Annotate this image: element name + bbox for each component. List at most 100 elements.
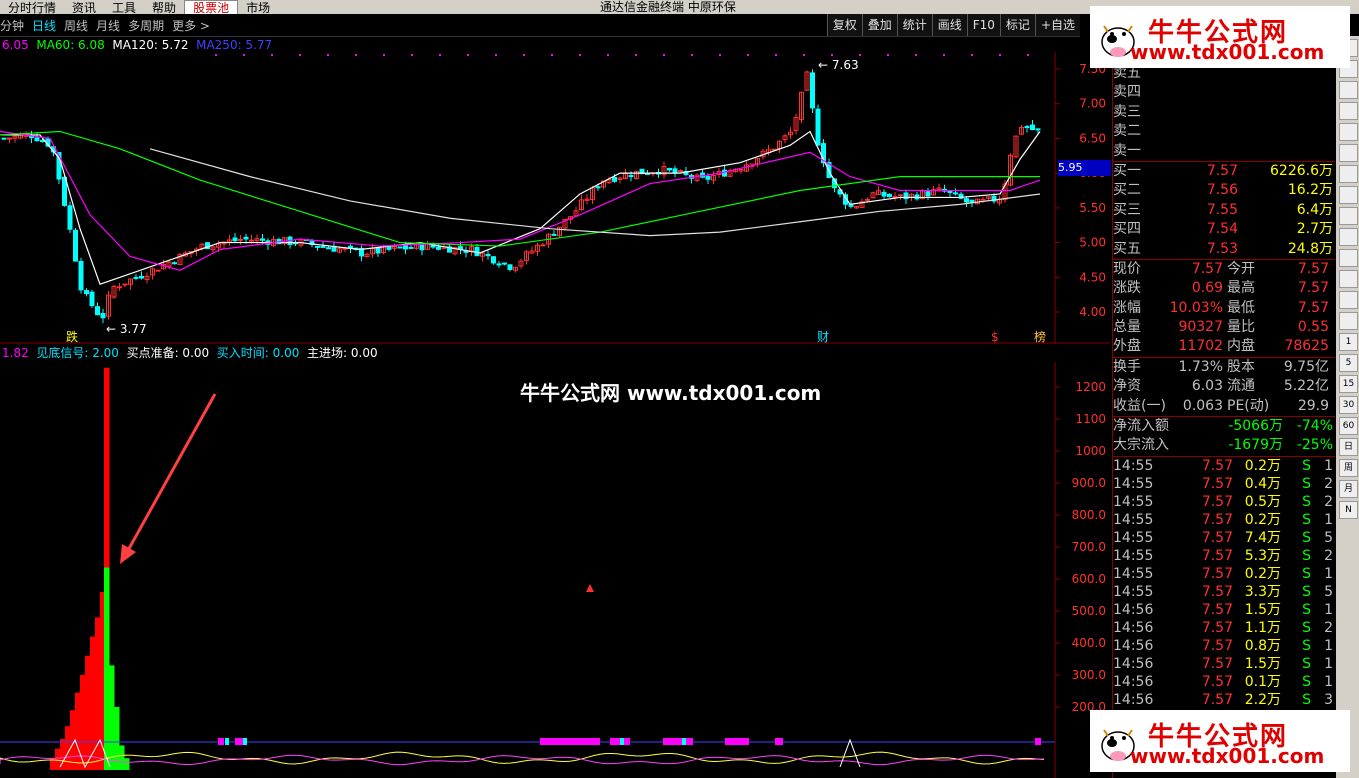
period-tab-0[interactable]: 分钟 <box>0 17 24 34</box>
signal-dot <box>971 54 973 56</box>
menu-item-4[interactable]: 股票池 <box>184 0 239 14</box>
buy-volume: 16.2万 <box>1287 182 1333 199</box>
sidebar-period-2[interactable]: 15 <box>1339 375 1358 393</box>
toolbar-button-6[interactable]: +自选 <box>1034 14 1080 36</box>
candle-body <box>100 313 106 319</box>
sidebar-period-4[interactable]: 60 <box>1339 417 1358 435</box>
sidebar-tool-icon[interactable] <box>1339 144 1358 162</box>
sidebar-period-1[interactable]: 5 <box>1339 354 1358 372</box>
sidebar-tool-icon[interactable] <box>1339 81 1358 99</box>
signal-bar-red <box>85 655 91 770</box>
sidebar-tool-icon[interactable] <box>1339 312 1358 330</box>
ind-tick-label: 900.0 <box>1072 476 1106 490</box>
menu-item-1[interactable]: 资讯 <box>64 1 104 14</box>
oscillator-white-2 <box>839 738 861 768</box>
ind-tick-label: 700.0 <box>1072 540 1106 554</box>
toolbar-button-4[interactable]: F10 <box>966 14 1000 36</box>
buy-label: 买五 <box>1113 240 1141 257</box>
menu-item-2[interactable]: 工具 <box>104 1 144 14</box>
sidebar-tool-icon[interactable] <box>1339 270 1358 288</box>
tick-row: 14:56 7.57 1.1万 S 2 <box>1113 619 1335 637</box>
tick-count: 1 <box>1324 673 1333 690</box>
candle-body <box>678 170 683 173</box>
signal-dot <box>1027 54 1029 56</box>
sidebar-tool-icon[interactable] <box>1339 123 1358 141</box>
watermark-bottom: 牛牛公式网 www.tdx001.com <box>1090 710 1350 772</box>
menu-item-0[interactable]: 分时行情 <box>0 1 64 14</box>
tick-volume: 0.4万 <box>1244 475 1281 492</box>
signal-dot <box>691 54 693 56</box>
sidebar-period-7[interactable]: 月 <box>1339 480 1358 498</box>
signal-dot <box>915 54 917 56</box>
tick-volume: 1.1万 <box>1244 619 1281 636</box>
signal-dot <box>467 54 469 56</box>
signal-dot <box>383 54 385 56</box>
sidebar-tool-icon[interactable] <box>1339 186 1358 204</box>
tick-price: 7.57 <box>1201 457 1233 474</box>
menu-item-5[interactable]: 市场 <box>238 1 278 14</box>
tick-side: S <box>1302 583 1311 600</box>
stat-row: 总量 90327 量比 0.55 <box>1113 318 1335 337</box>
candle-body <box>122 283 128 286</box>
signal-bar-green <box>114 707 120 770</box>
sidebar-tool-icon[interactable] <box>1339 102 1358 120</box>
tick-count: 5 <box>1324 529 1333 546</box>
sidebar-tool-icon[interactable] <box>1339 165 1358 183</box>
toolbar-button-2[interactable]: 统计 <box>896 14 932 36</box>
fund-label: 净资 <box>1113 378 1141 395</box>
fund-row: 净资 6.03 流通 5.22亿 <box>1113 377 1335 396</box>
indicator-buytime: 买入时间: 0.00 <box>216 346 300 360</box>
candle-body <box>78 260 84 291</box>
candle-body <box>496 263 502 266</box>
sidebar-tool-icon[interactable] <box>1339 249 1358 267</box>
tick-time: 14:55 <box>1113 511 1154 528</box>
tick-volume: 0.5万 <box>1244 493 1281 510</box>
period-tab-2[interactable]: 周线 <box>64 17 88 34</box>
signal-dot <box>411 54 413 56</box>
period-tab-4[interactable]: 多周期 <box>128 17 164 34</box>
candle-body <box>89 291 95 307</box>
candle-body <box>551 233 557 236</box>
price-high-label: ← 7.63 <box>818 58 859 72</box>
buy-row: 买五 7.53 24.8万 <box>1113 240 1335 259</box>
period-tab-5[interactable]: 更多 > <box>172 17 210 34</box>
candle-body <box>1030 124 1035 131</box>
candle-body <box>595 186 601 189</box>
toolbar-button-1[interactable]: 叠加 <box>861 14 897 36</box>
flow-label: 净流入额 <box>1113 418 1169 435</box>
period-tab-3[interactable]: 月线 <box>96 17 120 34</box>
menu-item-3[interactable]: 帮助 <box>144 1 184 14</box>
sidebar-period-8[interactable]: N <box>1339 501 1358 519</box>
tick-count: 1 <box>1324 457 1333 474</box>
candle-body <box>375 247 381 254</box>
sidebar-period-0[interactable]: 1 <box>1339 333 1358 351</box>
sidebar-tool-icon[interactable] <box>1339 228 1358 246</box>
ind-tick-label: 300.0 <box>1072 668 1106 682</box>
tick-volume: 1.5万 <box>1244 601 1281 618</box>
fund-value: 5.22亿 <box>1283 378 1329 395</box>
tick-volume: 2.2万 <box>1244 691 1281 708</box>
toolbar-button-0[interactable]: 复权 <box>826 14 862 36</box>
candle-body <box>485 253 491 257</box>
buy-price: 7.56 <box>1206 182 1238 199</box>
stat-value: 90327 <box>1178 319 1223 336</box>
tick-time: 14:55 <box>1113 475 1154 492</box>
tick-volume: 0.8万 <box>1244 637 1281 654</box>
stat-value: 78625 <box>1284 338 1329 355</box>
tick-side: S <box>1302 457 1311 474</box>
sidebar-period-5[interactable]: 日 <box>1339 438 1358 456</box>
fund-label: 收益(一) <box>1113 397 1166 414</box>
tick-count: 1 <box>1324 655 1333 672</box>
toolbar-button-5[interactable]: 标记 <box>999 14 1035 36</box>
sidebar-period-3[interactable]: 30 <box>1339 396 1358 414</box>
candle-body <box>815 108 821 146</box>
flow-label: 大宗流入 <box>1113 437 1169 454</box>
toolbar-button-3[interactable]: 画线 <box>931 14 967 36</box>
sidebar-tool-icon[interactable] <box>1339 291 1358 309</box>
sidebar-tool-icon[interactable] <box>1339 207 1358 225</box>
period-tab-1[interactable]: 日线 <box>32 17 56 34</box>
tick-side: S <box>1302 475 1311 492</box>
sidebar-period-6[interactable]: 周 <box>1339 459 1358 477</box>
tick-count: 2 <box>1324 619 1333 636</box>
price-marker: 5.95 <box>1058 160 1111 176</box>
